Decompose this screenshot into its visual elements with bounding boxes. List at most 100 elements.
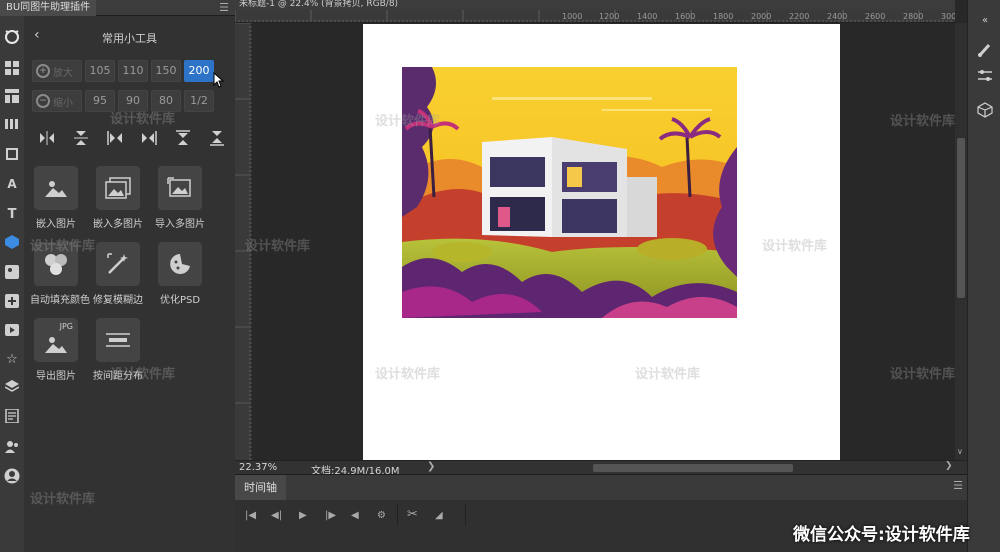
crop-frame-icon[interactable]: [2, 144, 22, 164]
watermark-text: 设计软件库: [375, 114, 441, 129]
next-frame-icon[interactable]: |▶: [325, 510, 336, 521]
cube-icon[interactable]: [2, 232, 22, 252]
scroll-right-arrow-icon[interactable]: ❯: [945, 461, 953, 471]
import-multi-image-tool[interactable]: 导入多图片: [154, 166, 206, 230]
photoshop-window: { "plugin": { "tab_label": "BU同图牛助理插件", …: [0, 0, 1000, 552]
align-vertical-center-icon[interactable]: [66, 128, 96, 148]
plugin-left-rail: A T ☆: [0, 16, 24, 552]
3d-cube-icon[interactable]: [975, 100, 995, 120]
status-menu-arrow-icon[interactable]: ❯: [427, 461, 435, 472]
fix-edge-icon: [96, 242, 140, 286]
watermark-text: 设计软件库: [635, 367, 701, 382]
timeline-panel-header: 时间轴 ☰: [235, 474, 967, 501]
import-images-icon: [158, 166, 202, 210]
zoom-out-icon: −: [36, 94, 50, 108]
zoom-in-row: + 放大 105 110 150 200: [32, 60, 214, 82]
zoom-150-button[interactable]: 150: [151, 60, 181, 82]
zoom-in-icon: +: [36, 64, 50, 78]
video-icon[interactable]: [2, 320, 22, 340]
ruler-tick: 2000: [751, 12, 772, 21]
watermark-text: 设计软件库: [245, 239, 311, 254]
palette-icon[interactable]: [2, 262, 22, 282]
align-top-icon[interactable]: [168, 128, 198, 148]
zoom-200-button[interactable]: 200: [184, 60, 214, 82]
right-panel-rail: «: [967, 0, 1000, 552]
watermark-text: 设计软件库: [110, 112, 176, 127]
plugin-panel-tab-strip: BU同图牛助理插件 ☰: [0, 0, 235, 16]
export-image-tool[interactable]: JPG 导出图片: [30, 318, 82, 382]
embed-multi-image-tool[interactable]: 嵌入多图片: [92, 166, 144, 230]
brush-icon[interactable]: [975, 40, 995, 60]
ruler-tick: 1600: [675, 12, 696, 21]
zoom-level[interactable]: 22.37%: [239, 462, 277, 473]
align-right-icon[interactable]: [134, 128, 164, 148]
export-jpg-icon: JPG: [34, 318, 78, 362]
watermark-text: 设计软件库: [890, 367, 956, 382]
plugin-tools-panel: ‹ 常用小工具 + 放大 105 110 150 200 − 缩小 95 90 …: [24, 16, 235, 552]
transition-icon[interactable]: ◢: [435, 510, 443, 521]
zoom-in-field[interactable]: + 放大: [32, 60, 82, 82]
audio-icon[interactable]: ◀: [351, 510, 359, 521]
watermark-text: 设计软件库: [110, 367, 176, 382]
watermark-text: 设计软件库: [30, 239, 96, 254]
users-icon[interactable]: [2, 437, 22, 457]
house-illustration[interactable]: [402, 67, 737, 318]
list-doc-icon[interactable]: [2, 406, 22, 426]
plugin-panel-tab[interactable]: BU同图牛助理插件: [0, 0, 97, 16]
collapse-arrows-icon[interactable]: «: [975, 10, 995, 30]
vertical-scrollbar[interactable]: ∨: [955, 23, 967, 460]
distribute-icon: [96, 318, 140, 362]
adjustments-icon[interactable]: [975, 66, 995, 86]
embed-image-tool[interactable]: 嵌入图片: [30, 166, 82, 230]
add-icon[interactable]: [2, 291, 22, 311]
optimize-psd-tool[interactable]: 优化PSD: [154, 242, 206, 306]
ruler-tick: 2200: [789, 12, 810, 21]
ruler-tick: 1000: [562, 12, 583, 21]
watermark-text: 设计软件库: [762, 239, 828, 254]
panel-menu-icon[interactable]: ☰: [219, 1, 229, 14]
timeline-menu-icon[interactable]: ☰: [953, 479, 963, 492]
scissors-icon[interactable]: ✂: [407, 507, 418, 522]
text-search-icon[interactable]: A: [2, 174, 22, 194]
ruler-tick: 2600: [865, 12, 886, 21]
mascot-logo-icon[interactable]: [2, 26, 22, 46]
columns-icon[interactable]: [2, 114, 22, 134]
timeline-tab[interactable]: 时间轴: [235, 475, 286, 501]
star-icon[interactable]: ☆: [2, 349, 22, 369]
horizontal-scrollbar-thumb[interactable]: [593, 464, 793, 472]
fix-blur-edge-tool[interactable]: 修复模糊边: [92, 242, 144, 306]
layers-icon[interactable]: [2, 376, 22, 396]
align-tools-row: [32, 128, 232, 148]
settings-gear-icon[interactable]: ⚙: [377, 510, 386, 521]
ruler-tick: 300: [941, 12, 955, 21]
grid-icon[interactable]: [2, 58, 22, 78]
mouse-cursor-icon: [213, 72, 225, 88]
scrollbar-thumb[interactable]: [957, 138, 965, 298]
previous-frame-icon[interactable]: ◀|: [271, 510, 282, 521]
zoom-out-field[interactable]: − 缩小: [32, 90, 82, 112]
type-tool-icon[interactable]: T: [2, 204, 22, 224]
zoom-110-button[interactable]: 110: [118, 60, 148, 82]
multi-image-icon: [96, 166, 140, 210]
ruler-tick: 1400: [637, 12, 658, 21]
align-horizontal-center-icon[interactable]: [32, 128, 62, 148]
watermark-text: 设计软件库: [30, 492, 96, 507]
panel-header: ‹ 常用小工具: [24, 26, 235, 46]
user-avatar-icon[interactable]: [2, 466, 22, 486]
layout-icon[interactable]: [2, 86, 22, 106]
play-icon[interactable]: ▶: [299, 510, 307, 521]
watermark-text: 设计软件库: [890, 114, 956, 129]
status-bar: 22.37% 文档:24.9M/16.0M ❯ ❯: [235, 460, 967, 477]
panel-title: 常用小工具: [102, 32, 157, 45]
zoom-half-button[interactable]: 1/2: [184, 90, 214, 112]
watermark-text: 设计软件库: [375, 367, 441, 382]
ruler-tick: 1200: [599, 12, 620, 21]
align-left-icon[interactable]: [100, 128, 130, 148]
ruler-top: 1000 1200 1400 1600 1800 2000 2200 2400 …: [235, 10, 955, 23]
align-bottom-icon[interactable]: [202, 128, 232, 148]
document-tab[interactable]: 未标题-1 @ 22.4% (背景拷贝, RGB/8): [235, 0, 955, 10]
zoom-105-button[interactable]: 105: [85, 60, 115, 82]
ruler-tick: 2800: [903, 12, 924, 21]
first-frame-icon[interactable]: |◀: [245, 510, 256, 521]
scroll-down-arrow-icon[interactable]: ∨: [957, 447, 963, 456]
